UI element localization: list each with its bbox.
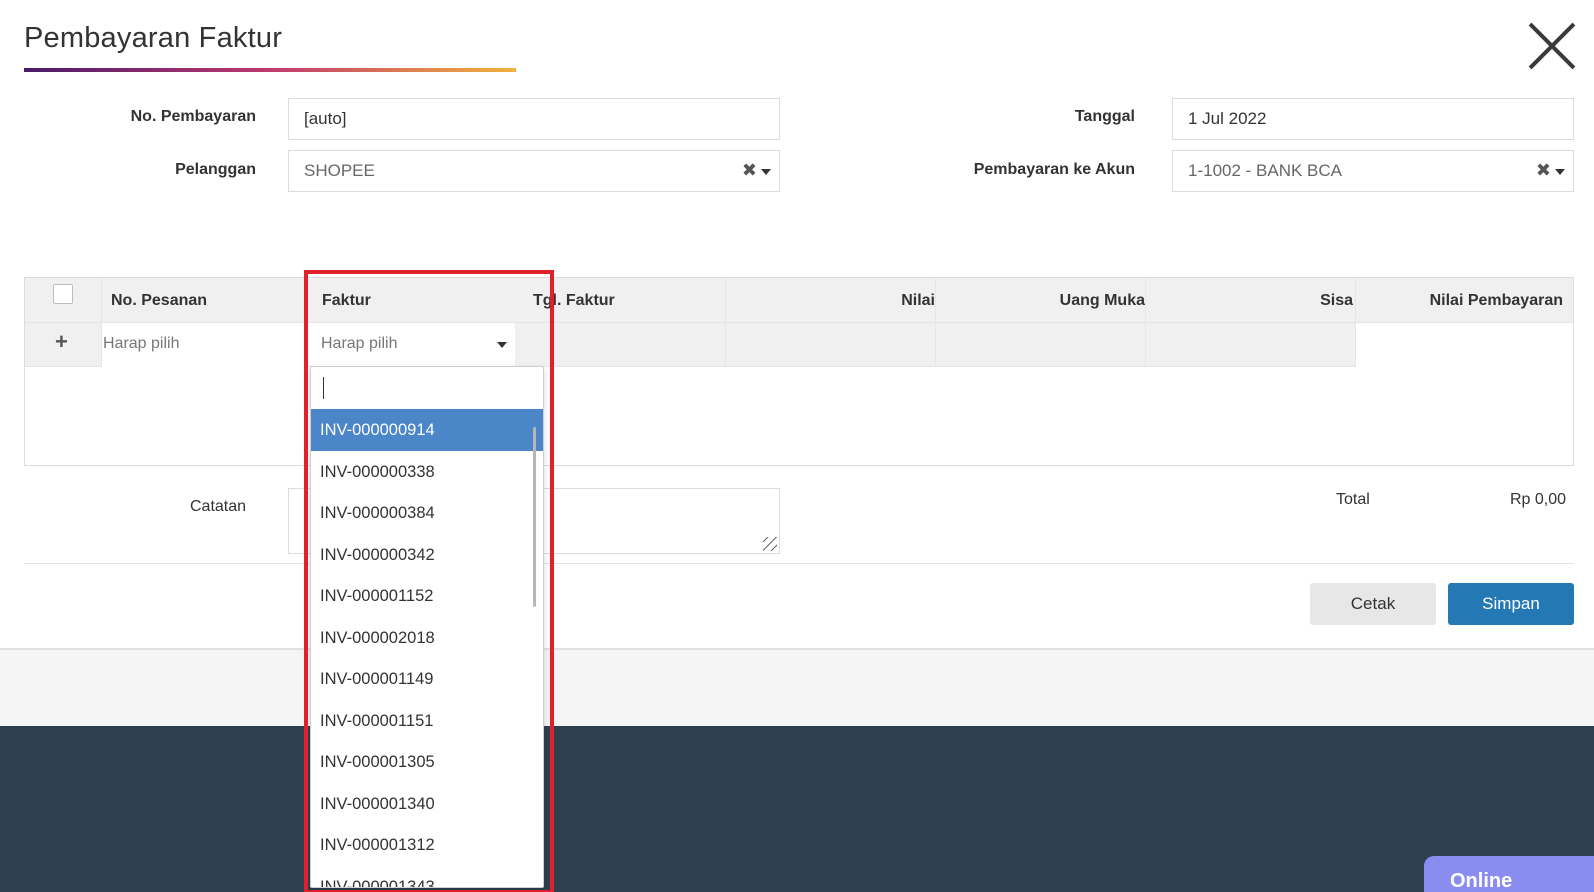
chevron-down-icon[interactable] bbox=[1555, 169, 1565, 175]
nilai-pembayaran-cell[interactable] bbox=[1355, 323, 1573, 367]
dropdown-option[interactable]: INV-000001151 bbox=[311, 700, 543, 742]
dropdown-option[interactable]: INV-000001152 bbox=[311, 575, 543, 617]
clear-pelanggan-icon[interactable]: ✖ bbox=[742, 160, 757, 181]
faktur-dropdown: INV-000000914 INV-000000338 INV-000000384 I… bbox=[310, 366, 544, 888]
col-nilai: Nilai bbox=[901, 292, 935, 309]
col-tgl-faktur: Tgl. Faktur bbox=[533, 292, 615, 309]
dropdown-option[interactable]: INV-000000342 bbox=[311, 534, 543, 576]
modal-title: Pembayaran Faktur bbox=[24, 22, 283, 54]
dropdown-scrollbar[interactable] bbox=[533, 427, 536, 607]
col-sisa: Sisa bbox=[1320, 292, 1353, 309]
invoice-table: No. Pesanan Faktur Tgl. Faktur Nilai Uan… bbox=[24, 277, 1574, 466]
dropdown-option[interactable]: INV-000000914 bbox=[311, 409, 543, 451]
cetak-button[interactable]: Cetak bbox=[1310, 583, 1436, 625]
no-pesanan-placeholder: Harap pilih bbox=[103, 335, 180, 352]
akun-label: Pembayaran ke Akun bbox=[973, 161, 1135, 178]
close-icon[interactable] bbox=[1524, 18, 1580, 74]
no-pembayaran-label: No. Pembayaran bbox=[130, 108, 256, 125]
pelanggan-value: SHOPEE bbox=[304, 161, 375, 180]
simpan-button[interactable]: Simpan bbox=[1448, 583, 1574, 625]
col-no-pesanan: No. Pesanan bbox=[111, 292, 208, 309]
dropdown-option[interactable]: INV-000000384 bbox=[311, 492, 543, 534]
total-label: Total bbox=[1336, 491, 1370, 508]
column-divider bbox=[101, 278, 102, 367]
pelanggan-select[interactable]: SHOPEE ✖ bbox=[288, 150, 780, 192]
faktur-placeholder: Harap pilih bbox=[321, 335, 398, 352]
dropdown-search-input[interactable] bbox=[319, 371, 537, 405]
no-pesanan-cell[interactable]: Harap pilih bbox=[101, 323, 307, 367]
catatan-label: Catatan bbox=[190, 498, 247, 515]
col-faktur: Faktur bbox=[322, 292, 371, 309]
add-row-icon[interactable]: + bbox=[55, 329, 68, 355]
select-all-checkbox[interactable] bbox=[53, 284, 73, 304]
resize-handle-icon[interactable] bbox=[763, 537, 777, 551]
dropdown-option[interactable]: INV-000001149 bbox=[311, 658, 543, 700]
chevron-down-icon[interactable] bbox=[497, 342, 507, 348]
title-underline bbox=[24, 68, 516, 72]
dropdown-option[interactable]: INV-000001312 bbox=[311, 824, 543, 866]
clear-akun-icon[interactable]: ✖ bbox=[1536, 160, 1551, 181]
text-cursor bbox=[323, 377, 324, 399]
akun-select[interactable]: 1-1002 - BANK BCA ✖ bbox=[1172, 150, 1574, 192]
dropdown-option[interactable]: INV-000002018 bbox=[311, 617, 543, 659]
tanggal-label: Tanggal bbox=[1074, 108, 1135, 125]
col-uang-muka: Uang Muka bbox=[1059, 292, 1145, 309]
col-nilai-pembayaran: Nilai Pembayaran bbox=[1429, 292, 1563, 309]
akun-value: 1-1002 - BANK BCA bbox=[1188, 161, 1343, 180]
faktur-select[interactable]: Harap pilih bbox=[307, 323, 515, 367]
column-divider bbox=[1145, 278, 1146, 367]
total-value: Rp 0,00 bbox=[1510, 491, 1567, 508]
dropdown-option[interactable]: INV-000001343 bbox=[311, 866, 543, 888]
pelanggan-label: Pelanggan bbox=[175, 161, 256, 178]
column-divider bbox=[307, 278, 308, 367]
chevron-down-icon[interactable] bbox=[761, 169, 771, 175]
column-divider bbox=[935, 278, 936, 367]
column-divider bbox=[725, 278, 726, 367]
dropdown-option[interactable]: INV-000000338 bbox=[311, 451, 543, 493]
tanggal-input[interactable]: 1 Jul 2022 bbox=[1172, 98, 1574, 140]
column-divider bbox=[1355, 278, 1356, 367]
page-footer bbox=[0, 726, 1594, 892]
table-row: + Harap pilih Harap pilih bbox=[25, 323, 1573, 367]
divider bbox=[24, 563, 1574, 564]
table-header: No. Pesanan Faktur Tgl. Faktur Nilai Uan… bbox=[25, 278, 1573, 323]
dropdown-option[interactable]: INV-000001340 bbox=[311, 783, 543, 825]
page-background bbox=[0, 650, 1594, 726]
no-pembayaran-input[interactable]: [auto] bbox=[288, 98, 780, 140]
dropdown-option[interactable]: INV-000001305 bbox=[311, 741, 543, 783]
chat-online-widget[interactable]: Online bbox=[1424, 856, 1594, 892]
payment-modal: Pembayaran Faktur No. Pembayaran [auto] … bbox=[0, 0, 1594, 650]
dropdown-options: INV-000000914 INV-000000338 INV-000000384 I… bbox=[311, 409, 543, 888]
